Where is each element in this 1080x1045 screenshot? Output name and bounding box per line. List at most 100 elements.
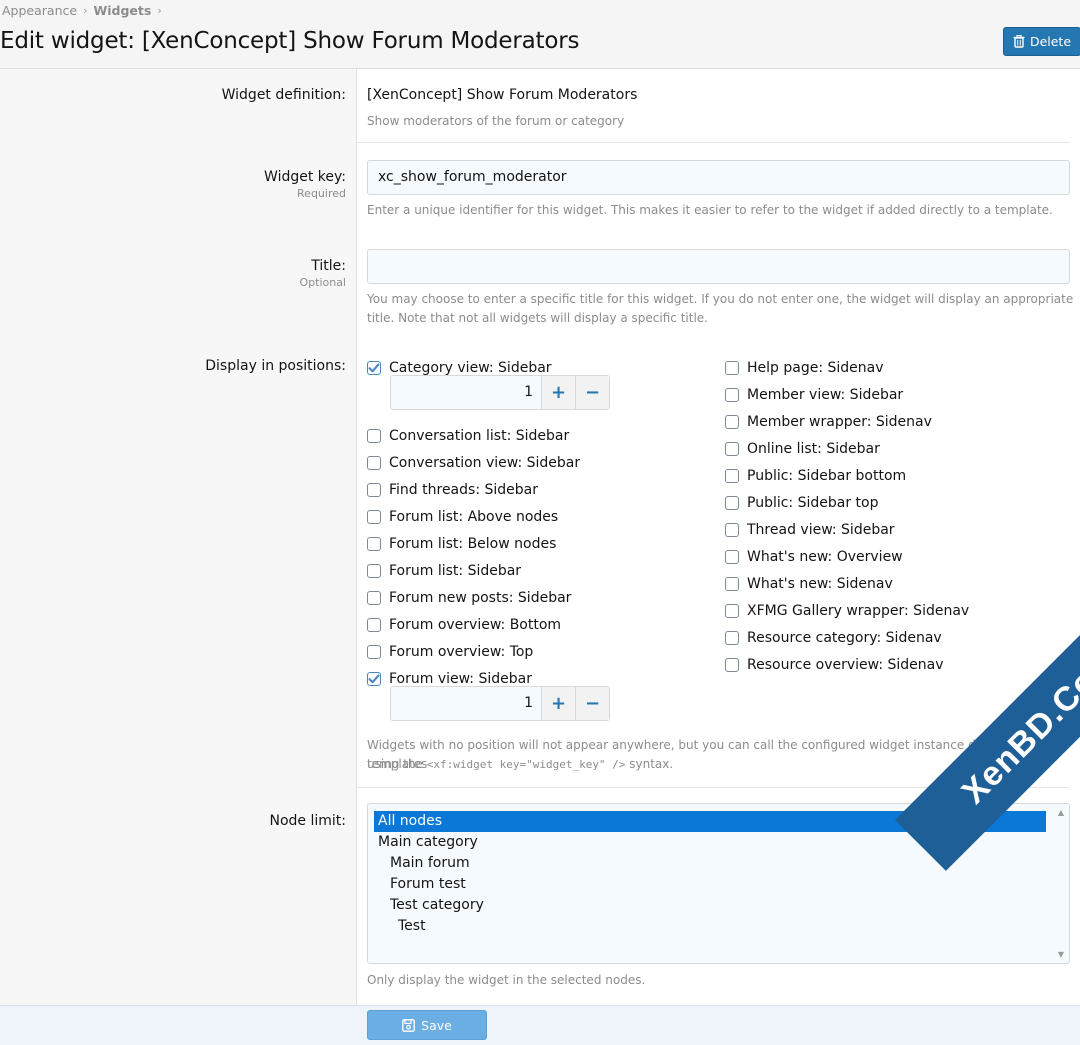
- position-label: Conversation view: Sidebar: [389, 455, 581, 471]
- position-label: Help page: Sidenav: [747, 360, 884, 376]
- position-label: Forum view: Sidebar: [389, 671, 532, 687]
- position-checkbox-forum-overview-bottom[interactable]: Forum overview: Bottom: [367, 615, 561, 635]
- position-label: XFMG Gallery wrapper: Sidenav: [747, 603, 970, 619]
- position-label: Forum list: Sidebar: [389, 563, 522, 579]
- positions-explain-line2: using the <xf:widget key="widget_key" />…: [367, 757, 674, 771]
- breadcrumb-item-appearance[interactable]: Appearance: [2, 3, 77, 18]
- checkbox-icon[interactable]: [725, 469, 739, 483]
- scroll-down-icon[interactable]: ▼: [1058, 950, 1064, 959]
- page-title: Edit widget: [XenConcept] Show Forum Mod…: [0, 28, 580, 54]
- position-checkbox-forum-list-sidebar[interactable]: Forum list: Sidebar: [367, 561, 521, 581]
- title-label: Title: Optional: [299, 258, 346, 289]
- display-order-stepper[interactable]: 1 + −: [390, 686, 610, 721]
- position-label: What's new: Overview: [747, 549, 903, 565]
- position-label: Member view: Sidebar: [747, 387, 904, 403]
- checkbox-icon[interactable]: [367, 591, 381, 605]
- position-label: Category view: Sidebar: [389, 360, 552, 376]
- positions-label: Display in positions:: [205, 358, 346, 374]
- position-checkbox-member-wrapper-sidenav[interactable]: Member wrapper: Sidenav: [725, 412, 932, 432]
- display-order-input[interactable]: 1: [391, 376, 541, 409]
- checkbox-icon[interactable]: [725, 415, 739, 429]
- optional-hint: Optional: [299, 276, 346, 289]
- position-checkbox-public-sidebar-bottom[interactable]: Public: Sidebar bottom: [725, 466, 906, 486]
- increment-icon[interactable]: +: [541, 376, 575, 409]
- position-checkbox-conversation-list-sidebar[interactable]: Conversation list: Sidebar: [367, 426, 569, 446]
- checkbox-icon[interactable]: [725, 523, 739, 537]
- breadcrumb-item-widgets[interactable]: Widgets: [93, 3, 151, 18]
- trash-icon: [1013, 35, 1025, 48]
- checkbox-icon[interactable]: [367, 564, 381, 578]
- form-footer: [0, 1005, 1080, 1045]
- position-label: Thread view: Sidebar: [747, 522, 895, 538]
- checkbox-icon[interactable]: [367, 645, 381, 659]
- checkbox-icon[interactable]: [367, 510, 381, 524]
- widget-definition-description: Show moderators of the forum or category: [367, 114, 625, 128]
- widget-key-explain: Enter a unique identifier for this widge…: [367, 203, 1053, 217]
- checkbox-icon[interactable]: [725, 442, 739, 456]
- position-label: Resource overview: Sidenav: [747, 657, 944, 673]
- position-checkbox-resource-overview-sidenav[interactable]: Resource overview: Sidenav: [725, 655, 944, 675]
- position-checkbox-thread-view-sidebar[interactable]: Thread view: Sidebar: [725, 520, 895, 540]
- required-hint: Required: [297, 187, 346, 200]
- decrement-icon[interactable]: −: [575, 687, 609, 720]
- checkbox-checked-icon[interactable]: [367, 672, 381, 686]
- checkbox-icon[interactable]: [367, 483, 381, 497]
- increment-icon[interactable]: +: [541, 687, 575, 720]
- node-option-test[interactable]: Test: [374, 916, 1046, 937]
- checkbox-icon[interactable]: [367, 537, 381, 551]
- node-limit-label: Node limit:: [269, 813, 346, 829]
- position-label: Conversation list: Sidebar: [389, 428, 570, 444]
- position-checkbox-forum-new-posts-sidebar[interactable]: Forum new posts: Sidebar: [367, 588, 571, 608]
- node-option-test-category[interactable]: Test category: [374, 895, 1046, 916]
- position-label: Online list: Sidebar: [747, 441, 880, 457]
- position-checkbox-member-view-sidebar[interactable]: Member view: Sidebar: [725, 385, 903, 405]
- checkbox-icon[interactable]: [725, 496, 739, 510]
- position-checkbox-online-list-sidebar[interactable]: Online list: Sidebar: [725, 439, 880, 459]
- checkbox-icon[interactable]: [725, 658, 739, 672]
- title-input[interactable]: [367, 249, 1070, 284]
- position-checkbox-forum-list-below-nodes[interactable]: Forum list: Below nodes: [367, 534, 556, 554]
- checkbox-icon[interactable]: [725, 388, 739, 402]
- delete-button-label: Delete: [1029, 34, 1072, 49]
- position-checkbox-resource-category-sidenav[interactable]: Resource category: Sidenav: [725, 628, 942, 648]
- breadcrumb: Appearance › Widgets ›: [2, 3, 162, 18]
- node-option-forum-test[interactable]: Forum test: [374, 874, 1046, 895]
- position-label: Resource category: Sidenav: [747, 630, 942, 646]
- position-checkbox-help-page-sidenav[interactable]: Help page: Sidenav: [725, 358, 884, 378]
- widget-key-label: Widget key: Required: [264, 169, 346, 200]
- decrement-icon[interactable]: −: [575, 376, 609, 409]
- checkbox-icon[interactable]: [725, 631, 739, 645]
- checkbox-icon[interactable]: [367, 618, 381, 632]
- checkbox-icon[interactable]: [725, 577, 739, 591]
- position-label: Forum overview: Top: [389, 644, 534, 660]
- position-label: Forum list: Below nodes: [389, 536, 557, 552]
- checkbox-icon[interactable]: [367, 429, 381, 443]
- display-order-stepper[interactable]: 1 + −: [390, 375, 610, 410]
- node-limit-explain: Only display the widget in the selected …: [367, 973, 646, 987]
- checkbox-checked-icon[interactable]: [367, 361, 381, 375]
- position-label: Find threads: Sidebar: [389, 482, 538, 498]
- display-order-input[interactable]: 1: [391, 687, 541, 720]
- scroll-up-icon[interactable]: ▲: [1058, 808, 1064, 817]
- checkbox-icon[interactable]: [367, 456, 381, 470]
- checkbox-icon[interactable]: [725, 550, 739, 564]
- position-checkbox-xfmg-gallery-wrapper-sidenav[interactable]: XFMG Gallery wrapper: Sidenav: [725, 601, 969, 621]
- position-checkbox-public-sidebar-top[interactable]: Public: Sidebar top: [725, 493, 879, 513]
- delete-button[interactable]: Delete: [1003, 27, 1080, 56]
- position-label: Public: Sidebar top: [747, 495, 879, 511]
- position-label: What's new: Sidenav: [747, 576, 893, 592]
- position-label: Forum new posts: Sidebar: [389, 590, 572, 606]
- position-label: Public: Sidebar bottom: [747, 468, 907, 484]
- checkbox-icon[interactable]: [725, 604, 739, 618]
- position-checkbox-find-threads-sidebar[interactable]: Find threads: Sidebar: [367, 480, 538, 500]
- position-checkbox-what-s-new-overview[interactable]: What's new: Overview: [725, 547, 903, 567]
- position-checkbox-forum-overview-top[interactable]: Forum overview: Top: [367, 642, 533, 662]
- checkbox-icon[interactable]: [725, 361, 739, 375]
- position-checkbox-conversation-view-sidebar[interactable]: Conversation view: Sidebar: [367, 453, 580, 473]
- position-checkbox-forum-list-above-nodes[interactable]: Forum list: Above nodes: [367, 507, 558, 527]
- save-button[interactable]: Save: [367, 1010, 487, 1040]
- position-checkbox-what-s-new-sidenav[interactable]: What's new: Sidenav: [725, 574, 893, 594]
- divider: [357, 142, 1070, 143]
- widget-key-input[interactable]: xc_show_forum_moderator: [367, 160, 1070, 195]
- watermark-text: XenBD.Com: [954, 638, 1080, 811]
